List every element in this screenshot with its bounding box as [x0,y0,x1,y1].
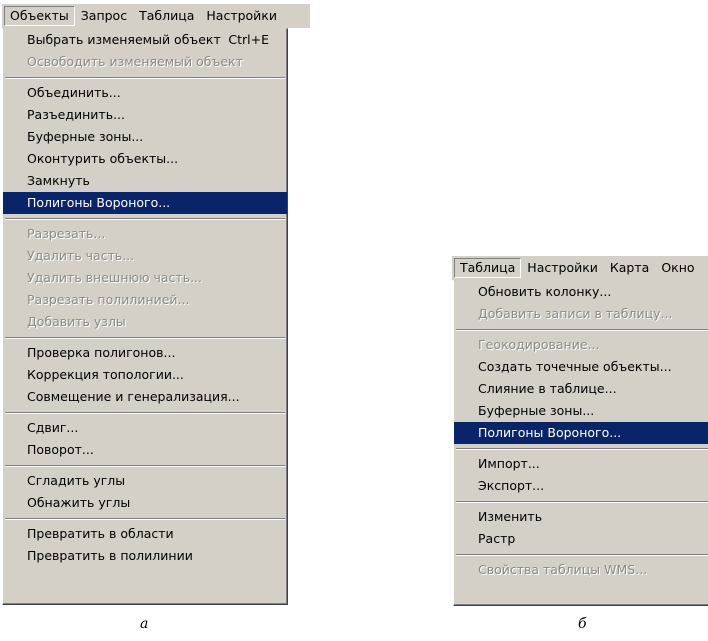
menubar-left: Объекты Запрос Таблица Настройки [2,4,310,28]
menu-item-geocode[interactable]: Геокодирование... [454,334,708,356]
menu-item-buffer[interactable]: Буферные зоны... [454,400,708,422]
menu-item-select-editable[interactable]: Выбрать изменяемый объект Ctrl+E [3,29,287,51]
menu-objects[interactable]: Объекты [4,6,75,26]
menu-item-combine[interactable]: Объединить... [3,82,287,104]
menu-item-label: Изменить [478,509,543,524]
menu-item-rotate[interactable]: Поворот... [3,439,287,461]
menu-item-buffer[interactable]: Буферные зоны... [3,126,287,148]
menu-item-enclose[interactable]: Оконтурить объекты... [3,148,287,170]
menu-item-maintenance[interactable]: Изменить [454,506,708,528]
menu-item-label: Растр [478,531,516,546]
menu-item-combine-table[interactable]: Слияние в таблице... [454,378,708,400]
shortcut-label: Ctrl+E [228,32,269,47]
menu-item-update-column[interactable]: Обновить колонку... [454,281,708,303]
menu-item-wms-properties[interactable]: Свойства таблицы WMS... [454,559,708,581]
menu-item-snap-thin[interactable]: Совмещение и генерализация... [3,386,287,408]
menu-item-split[interactable]: Разрезать... [3,223,287,245]
menu-item-disaggregate[interactable]: Разъединить... [3,104,287,126]
menu-item-create-points[interactable]: Создать точечные объекты... [454,356,708,378]
menu-settings[interactable]: Настройки [521,259,604,277]
menu-separator [3,73,287,82]
menu-separator [454,550,708,559]
menu-item-voronoi[interactable]: Полигоны Вороного... [3,192,287,214]
table-dropdown: Обновить колонку... Добавить записи в та… [453,280,708,606]
menu-separator [3,514,287,523]
menu-map[interactable]: Карта [604,259,655,277]
menu-window[interactable]: Окно [655,259,700,277]
menu-item-unsmooth[interactable]: Обнажить углы [3,492,287,514]
menu-query[interactable]: Запрос [75,7,133,25]
menu-table[interactable]: Таблица [454,258,522,278]
menu-item-erase[interactable]: Удалить часть... [3,245,287,267]
menu-item-label: Выбрать изменяемый объект [27,32,221,47]
menu-separator [3,333,287,342]
menu-item-erase-outside[interactable]: Удалить внешнюю часть... [3,267,287,289]
menu-item-split-polyline[interactable]: Разрезать полилинией... [3,289,287,311]
menu-item-close[interactable]: Замкнуть [3,170,287,192]
menu-separator [454,444,708,453]
objects-dropdown: Выбрать изменяемый объект Ctrl+E Освобод… [2,28,288,605]
menu-item-append-rows[interactable]: Добавить записи в таблицу... [454,303,708,325]
menu-separator [3,214,287,223]
menu-separator [454,325,708,334]
menu-separator [3,408,287,417]
menu-item-voronoi[interactable]: Полигоны Вороного... [454,422,708,444]
caption-a: а [140,616,149,632]
menu-item-convert-polylines[interactable]: Превратить в полилинии [3,545,287,567]
menu-item-check-regions[interactable]: Проверка полигонов... [3,342,287,364]
menu-item-clean-topology[interactable]: Коррекция топологии... [3,364,287,386]
menu-item-release-editable[interactable]: Освободить изменяемый объект [3,51,287,73]
menu-item-offset[interactable]: Сдвиг... [3,417,287,439]
caption-b: б [578,616,587,632]
menu-table[interactable]: Таблица [133,7,200,25]
menu-item-import[interactable]: Импорт... [454,453,708,475]
menu-item-convert-regions[interactable]: Превратить в области [3,523,287,545]
menu-item-export[interactable]: Экспорт... [454,475,708,497]
menu-settings[interactable]: Настройки [200,7,283,25]
menu-separator [3,461,287,470]
menu-item-raster[interactable]: Растр [454,528,708,550]
menu-item-add-nodes[interactable]: Добавить узлы [3,311,287,333]
menu-item-smooth[interactable]: Сгладить углы [3,470,287,492]
menu-separator [454,497,708,506]
menubar-right: Таблица Настройки Карта Окно [452,256,708,280]
